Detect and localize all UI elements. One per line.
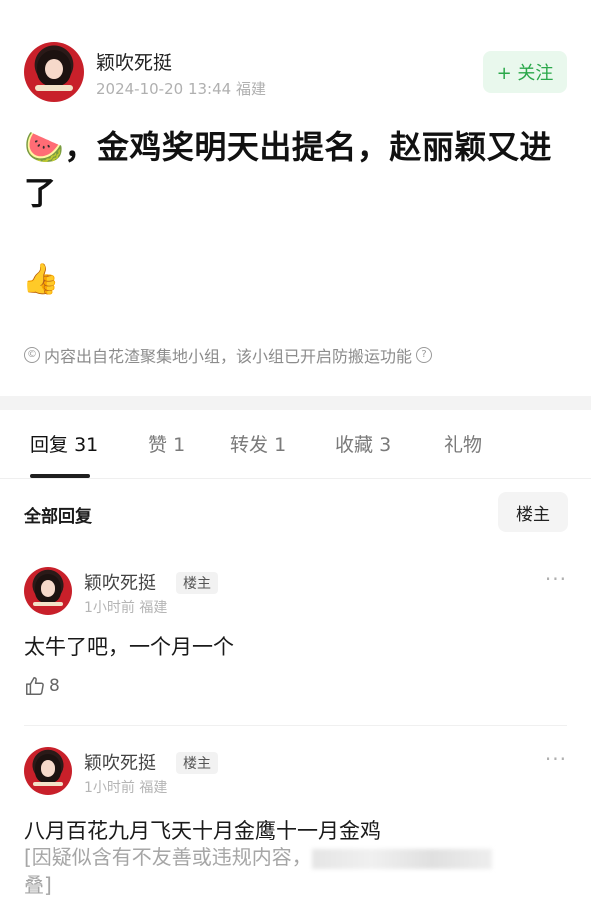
comment-time: 1小时前 bbox=[84, 780, 135, 796]
comment-location: 福建 bbox=[139, 780, 168, 796]
tab-reposts[interactable]: 转发 1 bbox=[230, 430, 286, 457]
folded-notice-suffix: 叠] bbox=[24, 873, 52, 897]
tab-label: 转发 bbox=[230, 434, 269, 456]
follow-button[interactable]: + 关注 bbox=[483, 51, 567, 93]
post-meta: 2024-10-20 13:44 福建 bbox=[96, 78, 266, 99]
folded-notice-prefix: [因疑似含有不友善或违规内容， bbox=[24, 845, 312, 869]
comment-meta: 1小时前 福建 bbox=[84, 597, 167, 617]
like-count: 8 bbox=[49, 676, 60, 696]
tab-label: 收藏 bbox=[335, 434, 374, 456]
owner-badge: 楼主 bbox=[176, 752, 218, 774]
post-title-text: ，金鸡奖明天出提名，赵丽颖又进了 bbox=[24, 128, 552, 212]
comment-meta: 1小时前 福建 bbox=[84, 777, 167, 797]
tab-label: 赞 bbox=[148, 434, 168, 456]
post-tabs: 回复 31 赞 1 转发 1 收藏 3 礼物 bbox=[0, 430, 591, 478]
blurred-text bbox=[311, 848, 492, 869]
tab-likes[interactable]: 赞 1 bbox=[148, 430, 185, 457]
tab-count: 3 bbox=[379, 434, 392, 456]
tab-count: 31 bbox=[74, 434, 99, 456]
post-title: 🍉，金鸡奖明天出提名，赵丽颖又进了 bbox=[24, 124, 569, 216]
tab-label: 礼物 bbox=[444, 434, 483, 456]
thumbs-up-icon: 👍 bbox=[22, 262, 60, 297]
tab-count: 1 bbox=[274, 434, 287, 456]
author-name[interactable]: 颖吹死挺 bbox=[96, 48, 172, 75]
post-date: 2024-10-20 13:44 bbox=[96, 80, 232, 98]
post-header: 颖吹死挺 2024-10-20 13:44 福建 + 关注 bbox=[24, 40, 567, 104]
copyright-icon: © bbox=[24, 347, 40, 363]
thumbs-up-outline-icon bbox=[26, 677, 44, 695]
more-icon[interactable]: ··· bbox=[545, 747, 567, 771]
owner-only-button[interactable]: 楼主 bbox=[498, 492, 568, 532]
tab-label: 回复 bbox=[30, 434, 69, 456]
help-icon[interactable]: ? bbox=[416, 347, 433, 363]
comment-divider bbox=[24, 725, 567, 726]
tab-count: 1 bbox=[173, 434, 186, 456]
comment-text: 八月百花九月飞天十月金鹰十一月金鸡 bbox=[24, 819, 381, 843]
comment-time: 1小时前 bbox=[84, 600, 135, 616]
comment-like-button[interactable]: 8 bbox=[24, 675, 60, 697]
owner-badge: 楼主 bbox=[176, 572, 218, 594]
tab-gifts[interactable]: 礼物 bbox=[444, 430, 482, 457]
all-replies-label: 全部回复 bbox=[24, 507, 92, 527]
tabs-divider bbox=[0, 478, 591, 479]
section-divider bbox=[0, 396, 591, 410]
tab-favorites[interactable]: 收藏 3 bbox=[335, 430, 391, 457]
source-note-text: 内容出自花渣聚集地小组，该小组已开启防搬运功能 bbox=[44, 347, 413, 366]
comment-avatar[interactable] bbox=[24, 747, 72, 795]
watermelon-icon: 🍉 bbox=[24, 128, 65, 166]
comment-avatar[interactable] bbox=[24, 567, 72, 615]
comment-author[interactable]: 颖吹死挺 bbox=[84, 749, 156, 775]
comment-location: 福建 bbox=[139, 600, 168, 616]
more-icon[interactable]: ··· bbox=[545, 567, 567, 591]
author-avatar[interactable] bbox=[24, 42, 84, 102]
post-location: 福建 bbox=[235, 80, 266, 98]
folded-notice[interactable]: [因疑似含有不友善或违规内容， 叠] bbox=[24, 843, 544, 899]
comment-author[interactable]: 颖吹死挺 bbox=[84, 569, 156, 595]
comment-text: 太牛了吧，一个月一个 bbox=[24, 635, 234, 659]
source-note: © 内容出自花渣聚集地小组，该小组已开启防搬运功能 ? bbox=[24, 343, 433, 367]
tab-replies[interactable]: 回复 31 bbox=[30, 430, 98, 457]
